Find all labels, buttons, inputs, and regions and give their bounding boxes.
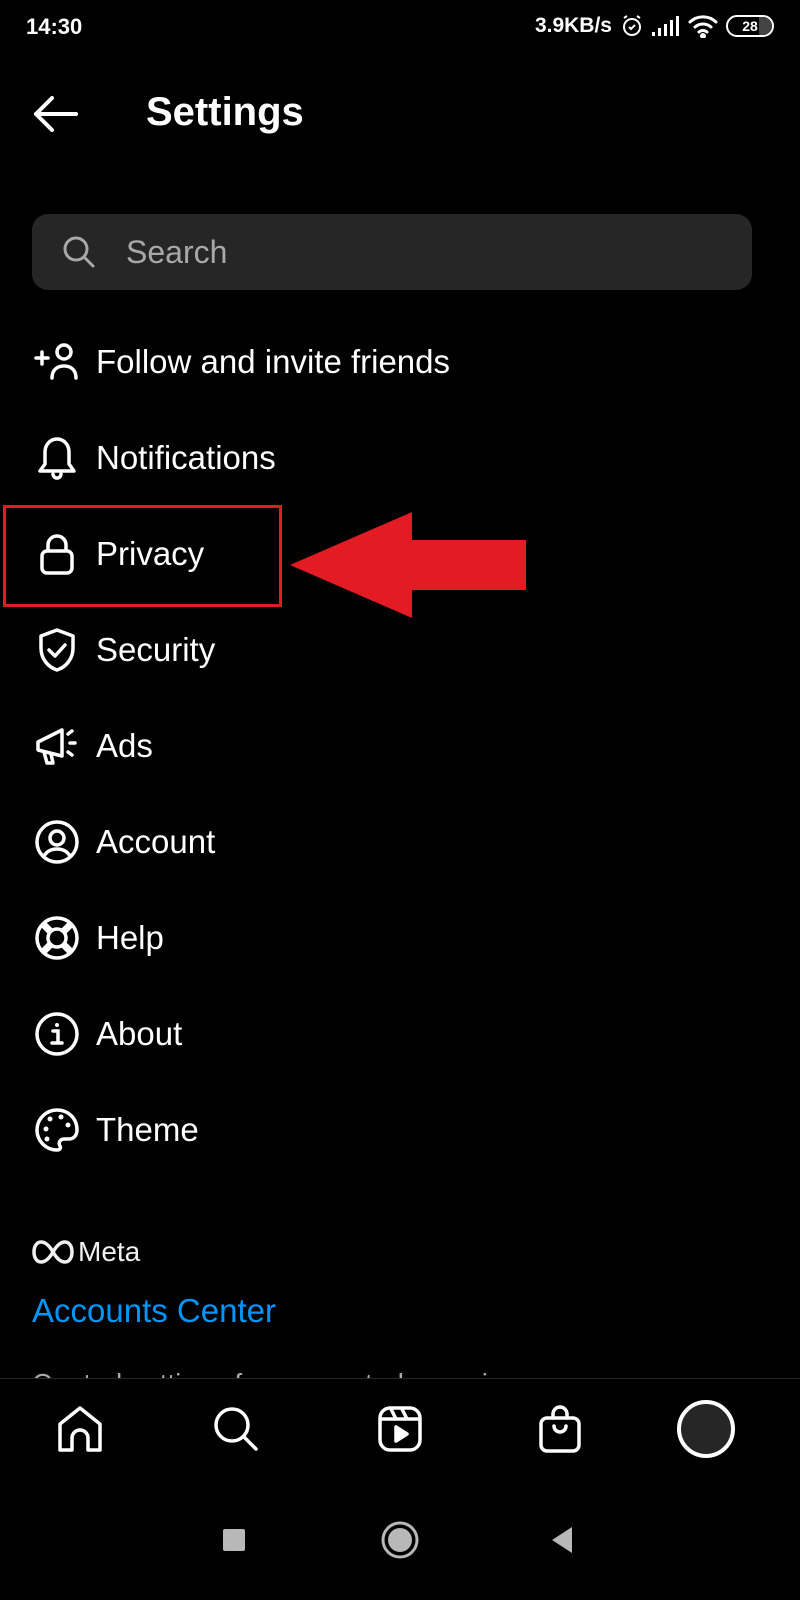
info-icon [32,1009,82,1059]
shield-check-icon [32,625,82,675]
palette-icon [32,1105,82,1155]
lock-icon [32,529,82,579]
menu-item-label: Security [96,631,216,668]
reels-icon [378,1406,422,1452]
meta-infinity-icon [32,1240,74,1264]
network-speed: 3.9KB/s [534,14,612,37]
menu-item-privacy[interactable]: Privacy [0,506,800,602]
shop-icon [539,1405,581,1453]
home-button[interactable] [370,1510,430,1570]
header: Settings [0,80,800,150]
menu-item-follow-invite[interactable]: Follow and invite friends [0,314,800,410]
menu-item-label: Privacy [96,535,205,572]
settings-menu: Follow and invite friends Notifications … [0,314,800,1178]
nav-profile[interactable] [676,1399,736,1459]
search-icon [63,236,95,268]
menu-item-label: Help [96,919,164,956]
search-input[interactable] [126,233,706,271]
back-button[interactable] [30,92,82,136]
android-nav-bar [0,1480,800,1600]
signal-icon [652,16,679,36]
accounts-center-link[interactable]: Accounts Center [32,1292,276,1330]
status-icons: 3.9KB/s 28 [535,14,774,38]
menu-item-label: Account [96,823,216,860]
wifi-icon [688,15,718,38]
circle-icon [381,1521,419,1559]
nav-home[interactable] [50,1399,110,1459]
nav-search[interactable] [206,1399,266,1459]
menu-item-help[interactable]: Help [0,890,800,986]
search-icon [214,1407,258,1451]
menu-item-label: Theme [96,1111,199,1148]
accounts-center-description: Control settings for connected experienc… [32,1364,772,1378]
battery-level: 28 [742,18,758,34]
megaphone-icon [32,721,82,771]
menu-item-label: About [96,1015,183,1052]
menu-item-notifications[interactable]: Notifications [0,410,800,506]
search-bar[interactable] [32,214,752,290]
menu-item-ads[interactable]: Ads [0,698,800,794]
menu-item-label: Notifications [96,439,276,476]
back-nav-button[interactable] [532,1510,592,1570]
home-icon [58,1406,102,1452]
status-bar: 14:30 3.9KB/s 28 [0,0,800,56]
triangle-back-icon [552,1527,572,1553]
bottom-nav [0,1378,800,1474]
battery-icon: 28 [726,15,774,37]
nav-shop[interactable] [530,1399,590,1459]
meta-logo: Meta [32,1236,140,1268]
menu-item-account[interactable]: Account [0,794,800,890]
menu-item-label: Follow and invite friends [96,343,451,380]
status-time: 14:30 [26,14,83,39]
user-circle-icon [32,817,82,867]
menu-item-security[interactable]: Security [0,602,800,698]
square-icon [223,1529,245,1551]
recents-button[interactable] [204,1510,264,1570]
profile-avatar [677,1400,735,1458]
arrow-left-icon [34,96,78,132]
lifebuoy-icon [32,913,82,963]
meta-brand: Meta [78,1236,141,1267]
menu-item-label: Ads [96,727,153,764]
menu-item-about[interactable]: About [0,986,800,1082]
page-title: Settings [146,90,304,134]
nav-reels[interactable] [370,1399,430,1459]
bell-icon [32,433,82,483]
add-person-icon [32,337,82,387]
alarm-icon [623,15,641,36]
menu-item-theme[interactable]: Theme [0,1082,800,1178]
